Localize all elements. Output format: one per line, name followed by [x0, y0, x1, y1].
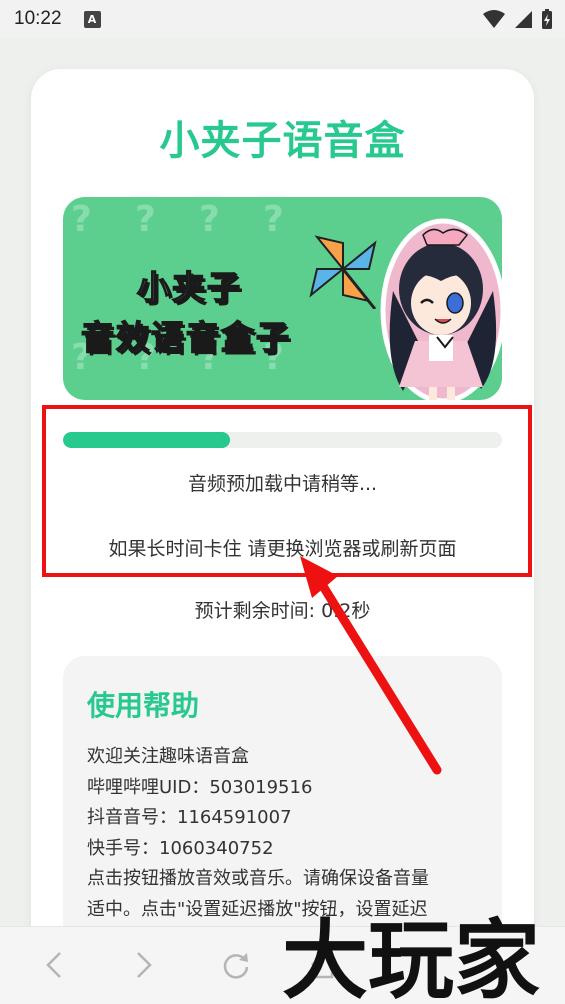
question-mark-pattern: ? — [199, 199, 220, 240]
notification-icon: A — [83, 10, 101, 28]
banner-title-line2: 音效语音盒子 — [80, 317, 291, 358]
status-time: 10:22 — [14, 8, 62, 29]
status-bar: 10:22 A — [0, 0, 565, 38]
help-line: 点击按钮播放音效或音乐。请确保设备音量 — [87, 868, 429, 889]
help-line: 哔哩哔哩UID：503019516 — [87, 776, 313, 798]
question-mark-pattern: ? — [263, 199, 284, 240]
refresh-icon — [223, 953, 249, 979]
chevron-left-icon — [46, 952, 61, 978]
help-line: 快手号：1060340752 — [87, 837, 274, 859]
help-line: 欢迎关注趣味语音盒 — [87, 746, 249, 767]
status-icons — [483, 8, 553, 30]
battery-icon — [542, 9, 552, 29]
watermark-text: 大玩家 — [282, 911, 540, 1004]
question-mark-pattern: ? — [71, 199, 92, 240]
chevron-right-icon — [137, 952, 152, 978]
highlight-box — [42, 405, 532, 577]
character-illustration — [380, 218, 502, 400]
back-button[interactable] — [34, 945, 74, 985]
watermark-logo: 大玩家 — [282, 911, 540, 1004]
refresh-button[interactable] — [216, 945, 256, 985]
banner-title-line1: 小夹子 — [136, 267, 242, 308]
forward-button[interactable] — [124, 945, 164, 985]
question-mark-pattern: ? — [135, 199, 156, 240]
page-title: 小夹子语音盒 — [159, 118, 406, 164]
help-line: 抖音音号：1164591007 — [87, 807, 292, 828]
eta-text: 预计剩余时间: 0.2秒 — [194, 600, 371, 622]
help-title: 使用帮助 — [87, 689, 200, 722]
signal-icon — [515, 11, 532, 28]
banner-image: ? ? ? ? ? ? ? ? 小夹子 音效语音盒子 — [63, 197, 502, 400]
wifi-icon — [483, 10, 505, 28]
